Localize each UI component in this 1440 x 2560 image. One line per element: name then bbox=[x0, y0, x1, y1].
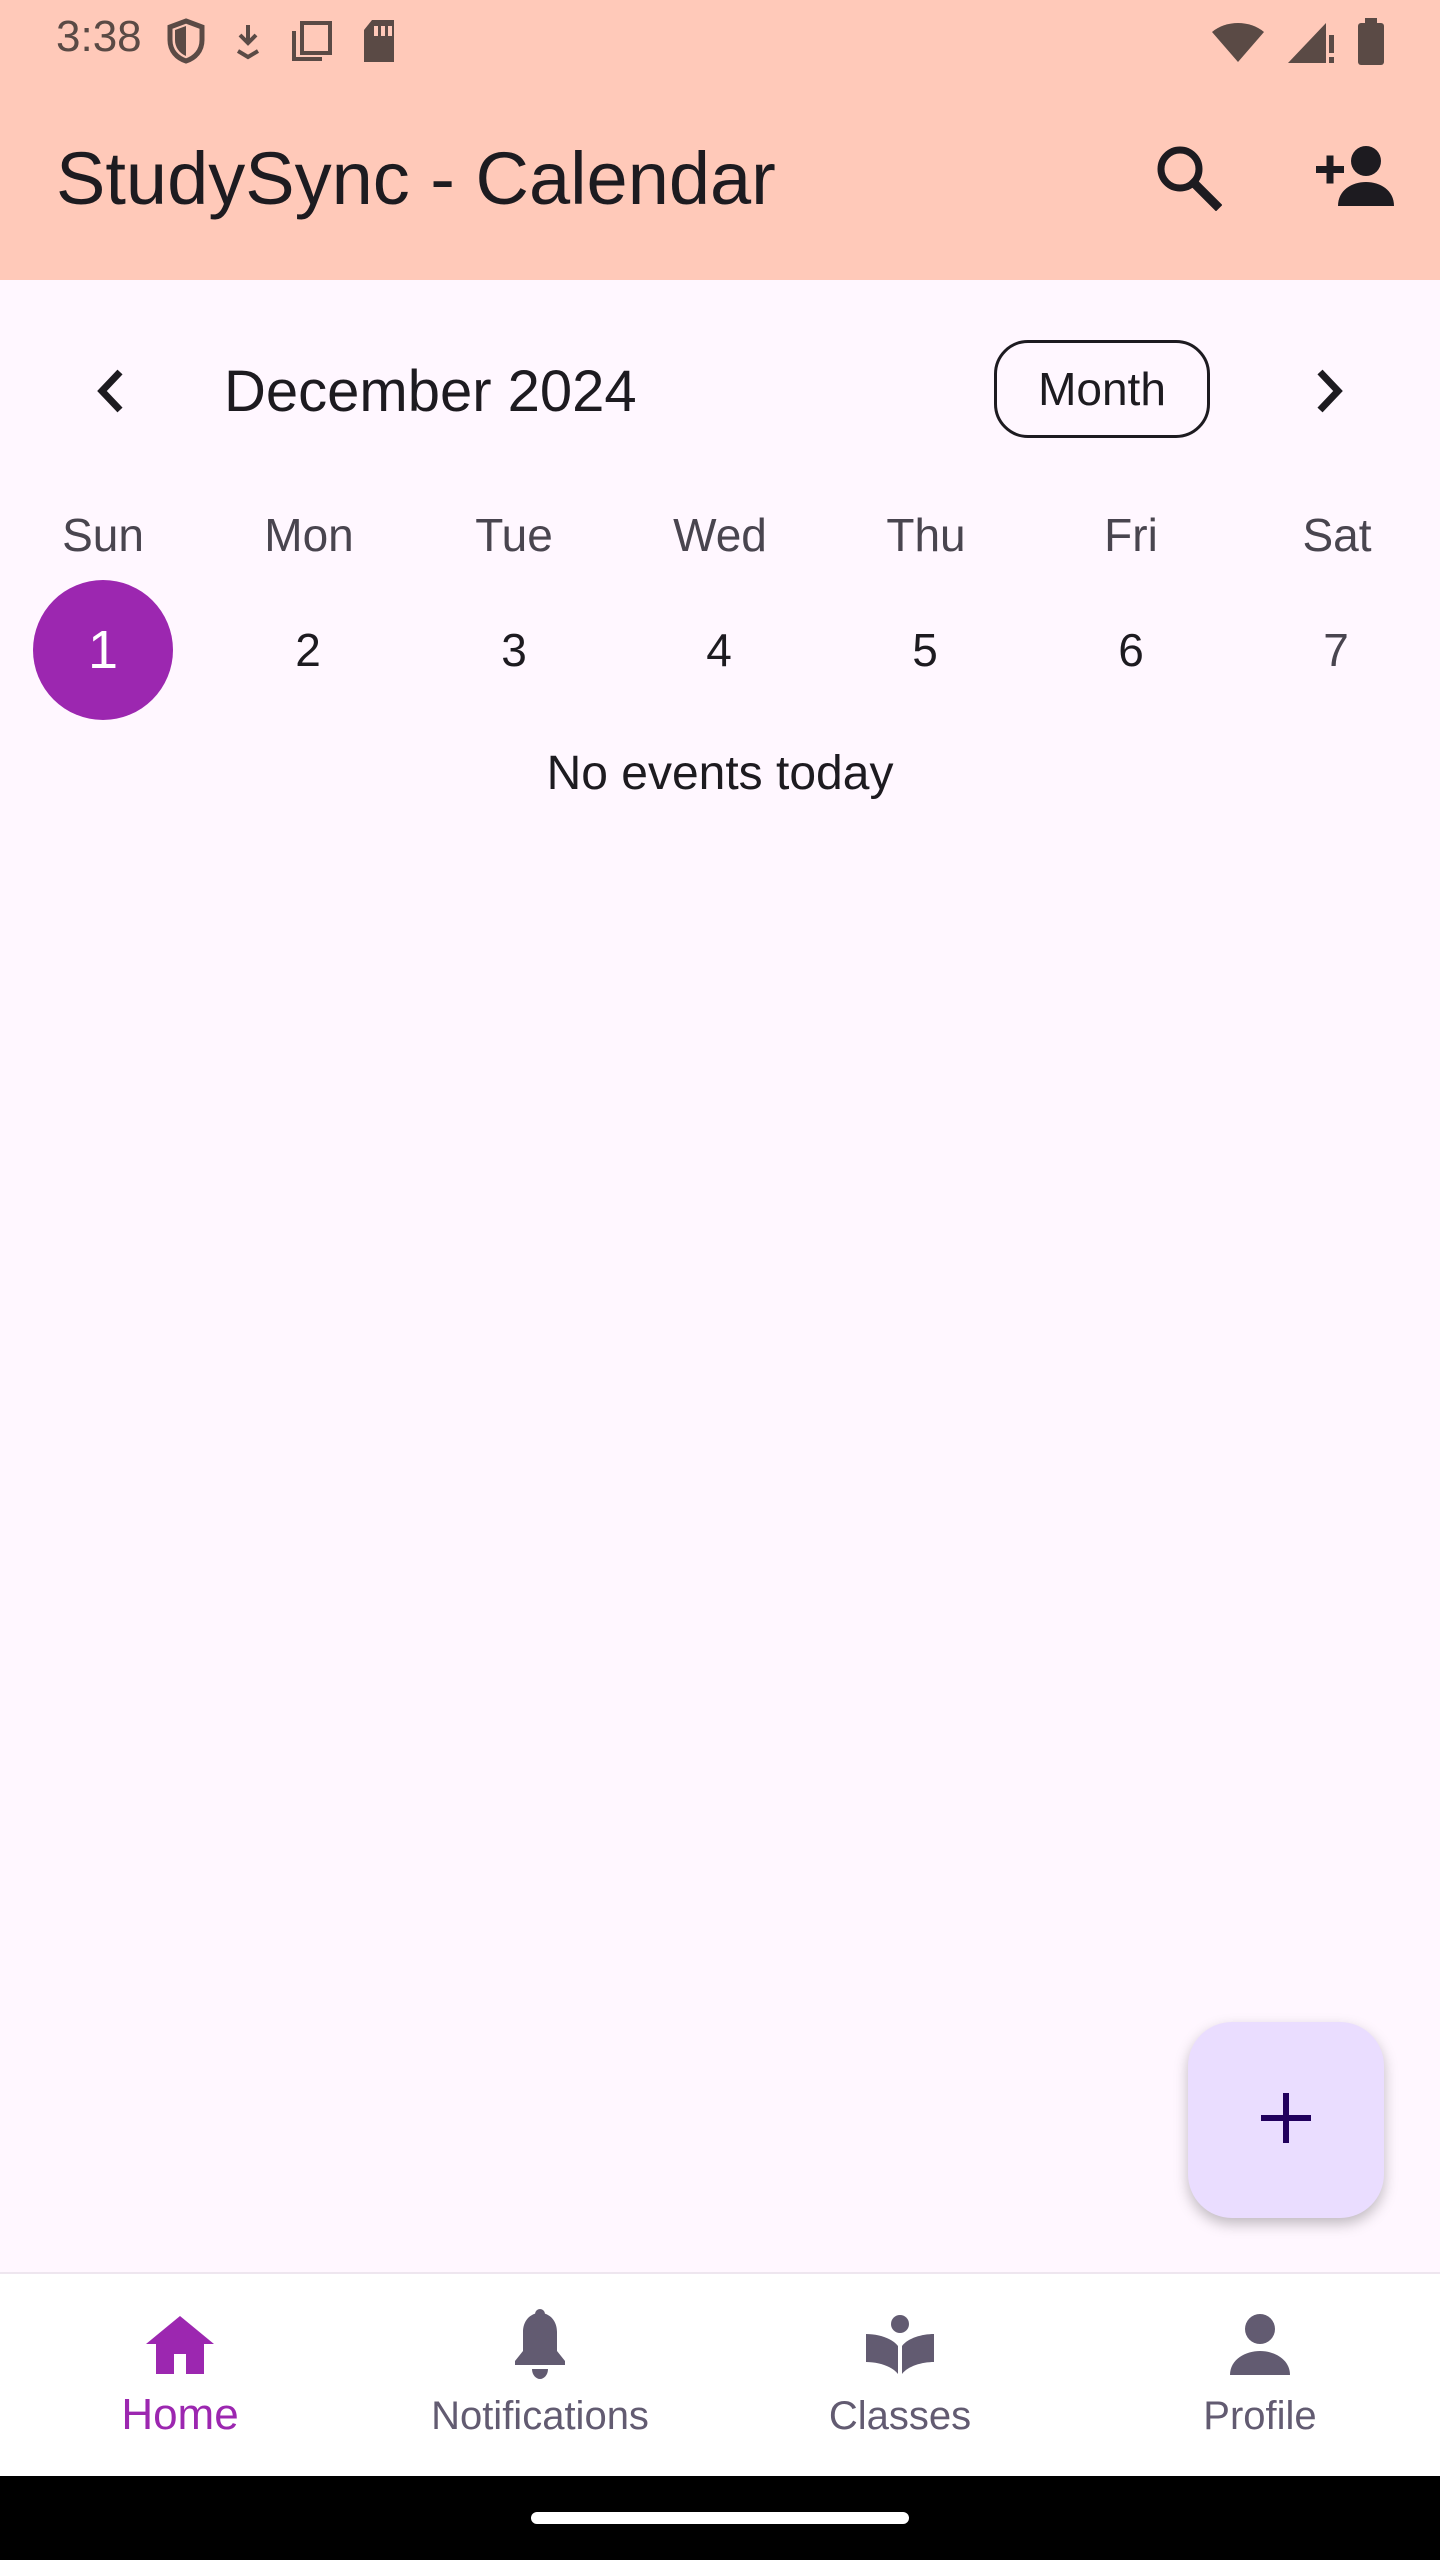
sd-card-icon bbox=[360, 18, 398, 69]
weekday-label: Fri bbox=[1104, 509, 1158, 561]
nav-label-notifications: Notifications bbox=[431, 2394, 649, 2438]
previous-month-button[interactable] bbox=[57, 338, 167, 448]
date-cell[interactable]: 2 bbox=[238, 580, 378, 720]
plus-icon bbox=[1259, 2091, 1313, 2150]
nav-item-notifications[interactable]: Notifications bbox=[360, 2274, 720, 2478]
date-cell[interactable]: 3 bbox=[444, 580, 584, 720]
weekday-label: Sun bbox=[62, 509, 144, 561]
gesture-handle[interactable] bbox=[531, 2512, 909, 2524]
app-bar: StudySync - Calendar bbox=[0, 80, 1440, 280]
book-icon bbox=[864, 2308, 936, 2382]
weekday-label: Tue bbox=[475, 509, 553, 561]
bottom-navigation: Home Notifications Classes Profile bbox=[0, 2272, 1440, 2478]
weekday-label: Mon bbox=[264, 509, 354, 561]
nav-item-profile[interactable]: Profile bbox=[1080, 2274, 1440, 2478]
weekday-row: Sun Mon Tue Wed Thu Fri Sat bbox=[0, 508, 1440, 578]
status-icons-left bbox=[166, 18, 398, 69]
month-label: December 2024 bbox=[224, 359, 637, 424]
date-cell[interactable]: 4 bbox=[649, 580, 789, 720]
search-button[interactable] bbox=[1137, 128, 1237, 228]
empty-events-message: No events today bbox=[546, 747, 894, 800]
nav-label-profile: Profile bbox=[1203, 2394, 1317, 2438]
system-navigation-bar bbox=[0, 2476, 1440, 2560]
download-icon bbox=[232, 21, 264, 66]
date-cell[interactable]: 6 bbox=[1061, 580, 1201, 720]
bell-icon bbox=[510, 2308, 570, 2382]
date-cell-selected[interactable]: 1 bbox=[33, 580, 173, 720]
status-icons-right bbox=[1210, 18, 1386, 71]
weekday-label: Sat bbox=[1302, 509, 1372, 561]
wifi-icon bbox=[1210, 20, 1266, 69]
weekday-label: Thu bbox=[886, 509, 966, 561]
search-icon bbox=[1152, 141, 1223, 216]
calendar-header: December 2024 Month bbox=[0, 280, 1440, 500]
copy-icon bbox=[290, 19, 334, 68]
view-mode-label: Month bbox=[1038, 363, 1166, 415]
nav-item-home[interactable]: Home bbox=[0, 2274, 360, 2478]
nav-label-classes: Classes bbox=[828, 2394, 972, 2438]
date-cell[interactable]: 7 bbox=[1266, 580, 1406, 720]
date-cell[interactable]: 5 bbox=[855, 580, 995, 720]
person-add-icon bbox=[1314, 144, 1398, 213]
chevron-right-icon bbox=[1308, 366, 1348, 421]
add-person-button[interactable] bbox=[1306, 128, 1406, 228]
nav-item-classes[interactable]: Classes bbox=[720, 2274, 1080, 2478]
weekday-label: Wed bbox=[673, 509, 767, 561]
status-time: 3:38 bbox=[56, 12, 142, 61]
chevron-left-icon bbox=[92, 366, 132, 421]
add-event-button[interactable] bbox=[1188, 2022, 1384, 2218]
home-icon bbox=[144, 2308, 216, 2382]
person-icon bbox=[1228, 2308, 1292, 2382]
next-month-button[interactable] bbox=[1273, 338, 1383, 448]
shield-icon bbox=[166, 18, 206, 69]
nav-label-home: Home bbox=[121, 2390, 239, 2439]
date-row: 1 2 3 4 5 6 7 bbox=[0, 580, 1440, 722]
battery-icon bbox=[1356, 18, 1386, 71]
status-bar: 3:38 bbox=[0, 0, 1440, 80]
view-mode-button[interactable]: Month bbox=[994, 340, 1210, 438]
page-title: StudySync - Calendar bbox=[56, 137, 776, 220]
signal-icon bbox=[1286, 19, 1336, 70]
